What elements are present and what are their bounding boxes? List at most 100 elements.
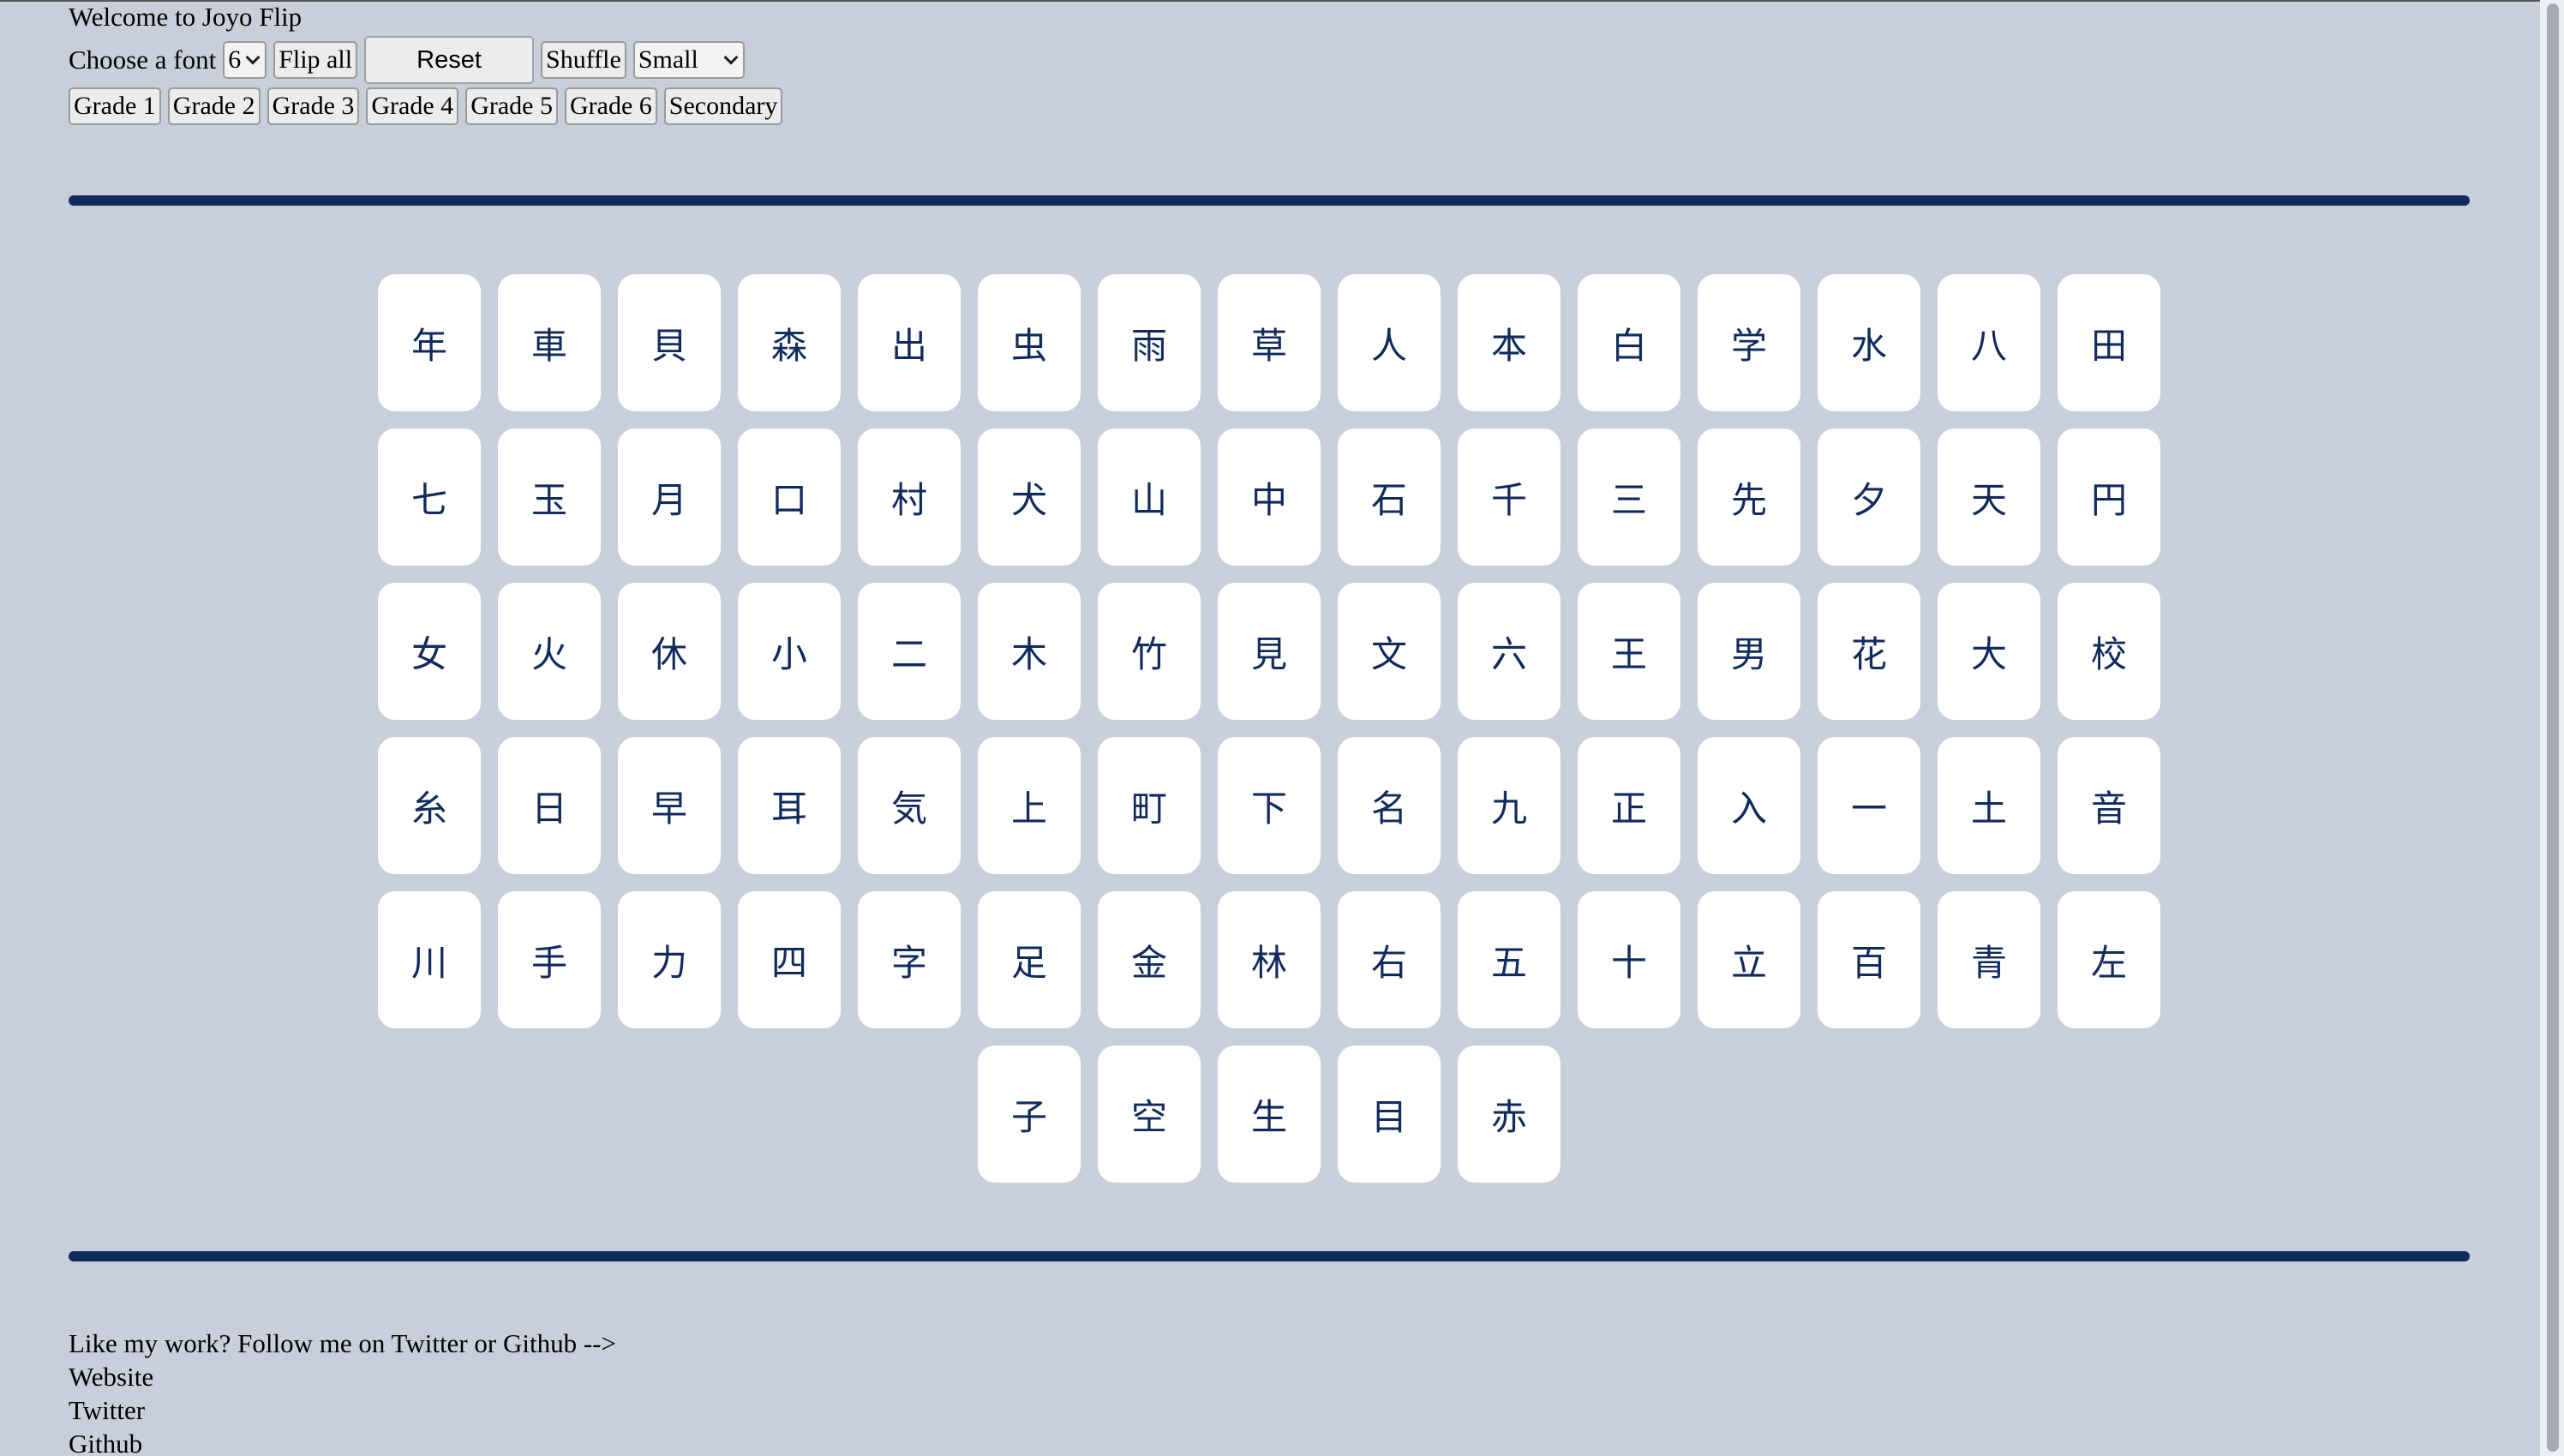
kanji-card[interactable]: 赤: [1458, 1046, 1561, 1183]
kanji-card[interactable]: 中: [1218, 428, 1321, 566]
grade-button[interactable]: Grade 4: [366, 87, 459, 125]
kanji-card[interactable]: 花: [1818, 583, 1920, 720]
kanji-card[interactable]: 夕: [1818, 428, 1920, 566]
github-link[interactable]: Github: [69, 1427, 616, 1456]
kanji-card[interactable]: 見: [1218, 583, 1321, 720]
website-link[interactable]: Website: [69, 1360, 616, 1393]
kanji-card[interactable]: 立: [1698, 891, 1800, 1028]
font-select[interactable]: 6: [223, 41, 267, 79]
kanji-card[interactable]: 先: [1698, 428, 1800, 566]
kanji-card[interactable]: 出: [858, 274, 961, 411]
kanji-card[interactable]: 天: [1938, 428, 2040, 566]
kanji-card[interactable]: 六: [1458, 583, 1561, 720]
kanji-card[interactable]: 火: [498, 583, 601, 720]
shuffle-button[interactable]: Shuffle: [541, 41, 626, 79]
kanji-card[interactable]: 目: [1338, 1046, 1441, 1183]
size-select[interactable]: Small: [632, 41, 745, 79]
grade-button[interactable]: Grade 3: [267, 87, 360, 125]
kanji-card[interactable]: 足: [978, 891, 1081, 1028]
follow-text: Like my work? Follow me on Twitter or Gi…: [69, 1328, 616, 1358]
kanji-card[interactable]: 玉: [498, 428, 601, 566]
kanji-card[interactable]: 白: [1578, 274, 1680, 411]
kanji-card[interactable]: 上: [978, 737, 1081, 874]
kanji-card[interactable]: 百: [1818, 891, 1920, 1028]
grade-button[interactable]: Secondary: [663, 87, 783, 125]
kanji-card[interactable]: 生: [1218, 1046, 1321, 1183]
kanji-card[interactable]: 力: [618, 891, 721, 1028]
kanji-card[interactable]: 八: [1938, 274, 2040, 411]
kanji-card[interactable]: 王: [1578, 583, 1680, 720]
kanji-card[interactable]: 貝: [618, 274, 721, 411]
grade-button[interactable]: Grade 5: [465, 87, 558, 125]
kanji-card[interactable]: 田: [2058, 274, 2160, 411]
kanji-card[interactable]: 千: [1458, 428, 1561, 566]
kanji-card[interactable]: 文: [1338, 583, 1441, 720]
kanji-card[interactable]: 四: [738, 891, 841, 1028]
kanji-card[interactable]: 雨: [1098, 274, 1201, 411]
kanji-card[interactable]: 正: [1578, 737, 1680, 874]
kanji-card[interactable]: 九: [1458, 737, 1561, 874]
kanji-card[interactable]: 右: [1338, 891, 1441, 1028]
kanji-card[interactable]: 草: [1218, 274, 1321, 411]
scrollbar-thumb[interactable]: [2547, 3, 2559, 1452]
kanji-card[interactable]: 男: [1698, 583, 1800, 720]
kanji-card[interactable]: 三: [1578, 428, 1680, 566]
kanji-card[interactable]: 学: [1698, 274, 1800, 411]
kanji-card[interactable]: 山: [1098, 428, 1201, 566]
kanji-card[interactable]: 女: [378, 583, 481, 720]
kanji-card[interactable]: 十: [1578, 891, 1680, 1028]
kanji-card[interactable]: 字: [858, 891, 961, 1028]
kanji-card[interactable]: 人: [1338, 274, 1441, 411]
kanji-card[interactable]: 校: [2058, 583, 2160, 720]
kanji-card[interactable]: 車: [498, 274, 601, 411]
kanji-card[interactable]: 気: [858, 737, 961, 874]
kanji-card[interactable]: 五: [1458, 891, 1561, 1028]
kanji-card[interactable]: 年: [378, 274, 481, 411]
kanji-card[interactable]: 水: [1818, 274, 1920, 411]
kanji-card[interactable]: 名: [1338, 737, 1441, 874]
kanji-card[interactable]: 木: [978, 583, 1081, 720]
kanji-card[interactable]: 二: [858, 583, 961, 720]
kanji-card[interactable]: 大: [1938, 583, 2040, 720]
kanji-card[interactable]: 耳: [738, 737, 841, 874]
kanji-card[interactable]: 竹: [1098, 583, 1201, 720]
kanji-card[interactable]: 糸: [378, 737, 481, 874]
kanji-card[interactable]: 林: [1218, 891, 1321, 1028]
kanji-card[interactable]: 日: [498, 737, 601, 874]
twitter-link[interactable]: Twitter: [69, 1393, 616, 1427]
kanji-card[interactable]: 手: [498, 891, 601, 1028]
kanji-card[interactable]: 石: [1338, 428, 1441, 566]
kanji-card[interactable]: 入: [1698, 737, 1800, 874]
reset-button[interactable]: Reset: [364, 36, 535, 84]
kanji-card[interactable]: 空: [1098, 1046, 1201, 1183]
kanji-card[interactable]: 小: [738, 583, 841, 720]
kanji-card[interactable]: 青: [1938, 891, 2040, 1028]
kanji-card[interactable]: 町: [1098, 737, 1201, 874]
kanji-card[interactable]: 森: [738, 274, 841, 411]
kanji-card[interactable]: 左: [2058, 891, 2160, 1028]
kanji-card[interactable]: 子: [978, 1046, 1081, 1183]
kanji-card[interactable]: 村: [858, 428, 961, 566]
kanji-card[interactable]: 川: [378, 891, 481, 1028]
kanji-card[interactable]: 音: [2058, 737, 2160, 874]
kanji-card[interactable]: 円: [2058, 428, 2160, 566]
kanji-card[interactable]: 休: [618, 583, 721, 720]
kanji-card[interactable]: 口: [738, 428, 841, 566]
kanji-card[interactable]: 七: [378, 428, 481, 566]
kanji-card[interactable]: 月: [618, 428, 721, 566]
kanji-card[interactable]: 下: [1218, 737, 1321, 874]
grade-button[interactable]: Grade 2: [167, 87, 261, 125]
kanji-card[interactable]: 金: [1098, 891, 1201, 1028]
kanji-card[interactable]: 早: [618, 737, 721, 874]
kanji-card[interactable]: 一: [1818, 737, 1920, 874]
grade-button[interactable]: Grade 6: [564, 87, 657, 125]
chevron-down-icon: [723, 50, 739, 65]
flip-all-button[interactable]: Flip all: [273, 41, 358, 79]
kanji-card[interactable]: 土: [1938, 737, 2040, 874]
welcome-heading: Welcome to Joyo Flip: [69, 2, 303, 32]
grade-button[interactable]: Grade 1: [69, 87, 161, 125]
kanji-card[interactable]: 虫: [978, 274, 1081, 411]
kanji-card[interactable]: 犬: [978, 428, 1081, 566]
scrollbar-track[interactable]: [2540, 0, 2564, 1456]
kanji-card[interactable]: 本: [1458, 274, 1561, 411]
